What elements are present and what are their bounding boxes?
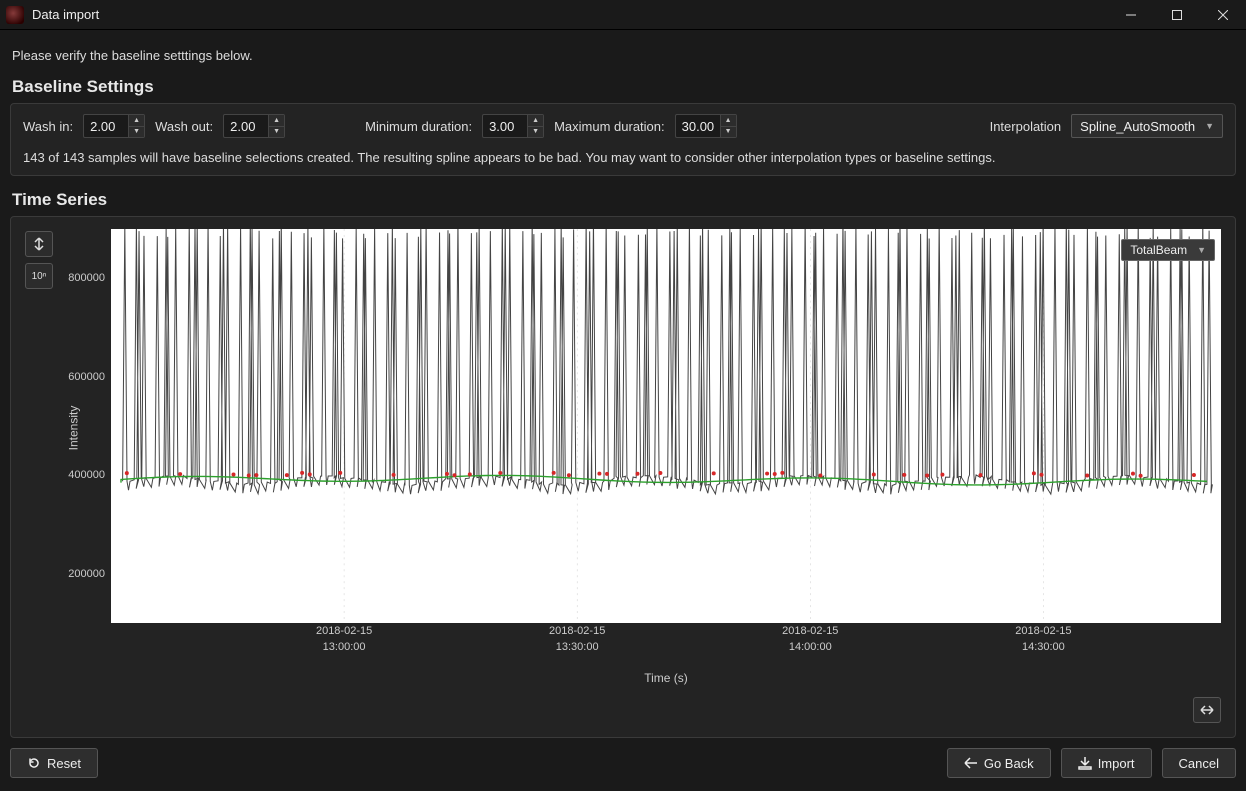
min-duration-label: Minimum duration: [365,119,472,134]
wash-out-label: Wash out: [155,119,213,134]
footer: Reset Go Back Import Cancel [0,738,1246,788]
wash-in-label: Wash in: [23,119,73,134]
x-tick-label: 2018-02-1514:00:00 [782,623,838,655]
plot-svg [111,229,1221,623]
y-tick-label: 600000 [68,371,105,383]
x-tick-label: 2018-02-1513:30:00 [549,623,605,655]
app-icon [6,6,24,24]
go-back-button[interactable]: Go Back [947,748,1051,778]
x-axis-label: Time (s) [111,671,1221,685]
max-dur-step-up[interactable]: ▲ [721,115,736,127]
min-dur-step-down[interactable]: ▼ [528,127,543,138]
chart-panel: 10ⁿ TotalBeam ▼ 200000 400000 600000 800000… [10,216,1236,738]
baseline-status-message: 143 of 143 samples will have baseline se… [23,150,1223,165]
minimize-button[interactable] [1108,0,1154,30]
series-dropdown[interactable]: TotalBeam ▼ [1121,239,1215,261]
min-duration-input[interactable]: ▲ ▼ [482,114,544,138]
y-tick-label: 800000 [68,272,105,284]
wash-out-step-up[interactable]: ▲ [269,115,284,127]
chart-area[interactable]: TotalBeam ▼ 200000 400000 600000 800000 Int… [69,229,1221,687]
y-axis-label: Intensity [66,406,80,451]
close-button[interactable] [1200,0,1246,30]
min-dur-step-up[interactable]: ▲ [528,115,543,127]
interpolation-value: Spline_AutoSmooth [1080,119,1195,134]
titlebar: Data import [0,0,1246,30]
series-value: TotalBeam [1130,243,1187,257]
interpolation-dropdown[interactable]: Spline_AutoSmooth ▼ [1071,114,1223,138]
zoom-x-button[interactable] [1193,697,1221,723]
time-series-heading: Time Series [12,190,1236,210]
window-title: Data import [32,7,99,22]
wash-in-step-up[interactable]: ▲ [129,115,144,127]
log-scale-button[interactable]: 10ⁿ [25,263,53,289]
reset-label: Reset [47,756,81,771]
interpolation-label: Interpolation [990,119,1062,134]
wash-out-input[interactable]: ▲ ▼ [223,114,285,138]
y-tick-label: 400000 [68,469,105,481]
chevron-down-icon: ▼ [1205,121,1214,131]
chevron-down-icon: ▼ [1197,245,1206,255]
wash-in-input[interactable]: ▲ ▼ [83,114,145,138]
baseline-settings-panel: Wash in: ▲ ▼ Wash out: ▲ ▼ Minimum durat… [10,103,1236,176]
import-button[interactable]: Import [1061,748,1152,778]
baseline-settings-heading: Baseline Settings [12,77,1236,97]
wash-in-step-down[interactable]: ▼ [129,127,144,138]
plot-surface[interactable]: TotalBeam ▼ [111,229,1221,623]
go-back-label: Go Back [984,756,1034,771]
x-tick-label: 2018-02-1513:00:00 [316,623,372,655]
x-axis-ticks: 2018-02-1513:00:00 2018-02-1513:30:00 2018… [111,623,1221,663]
zoom-y-button[interactable] [25,231,53,257]
import-label: Import [1098,756,1135,771]
max-duration-field[interactable] [676,115,720,137]
wash-out-field[interactable] [224,115,268,137]
cancel-button[interactable]: Cancel [1162,748,1236,778]
maximize-button[interactable] [1154,0,1200,30]
x-tick-label: 2018-02-1514:30:00 [1015,623,1071,655]
cancel-label: Cancel [1179,756,1219,771]
instruction-text: Please verify the baseline setttings bel… [12,48,1236,63]
max-duration-label: Maximum duration: [554,119,665,134]
wash-in-field[interactable] [84,115,128,137]
min-duration-field[interactable] [483,115,527,137]
reset-button[interactable]: Reset [10,748,98,778]
max-dur-step-down[interactable]: ▼ [721,127,736,138]
y-tick-label: 200000 [68,568,105,580]
max-duration-input[interactable]: ▲ ▼ [675,114,737,138]
wash-out-step-down[interactable]: ▼ [269,127,284,138]
